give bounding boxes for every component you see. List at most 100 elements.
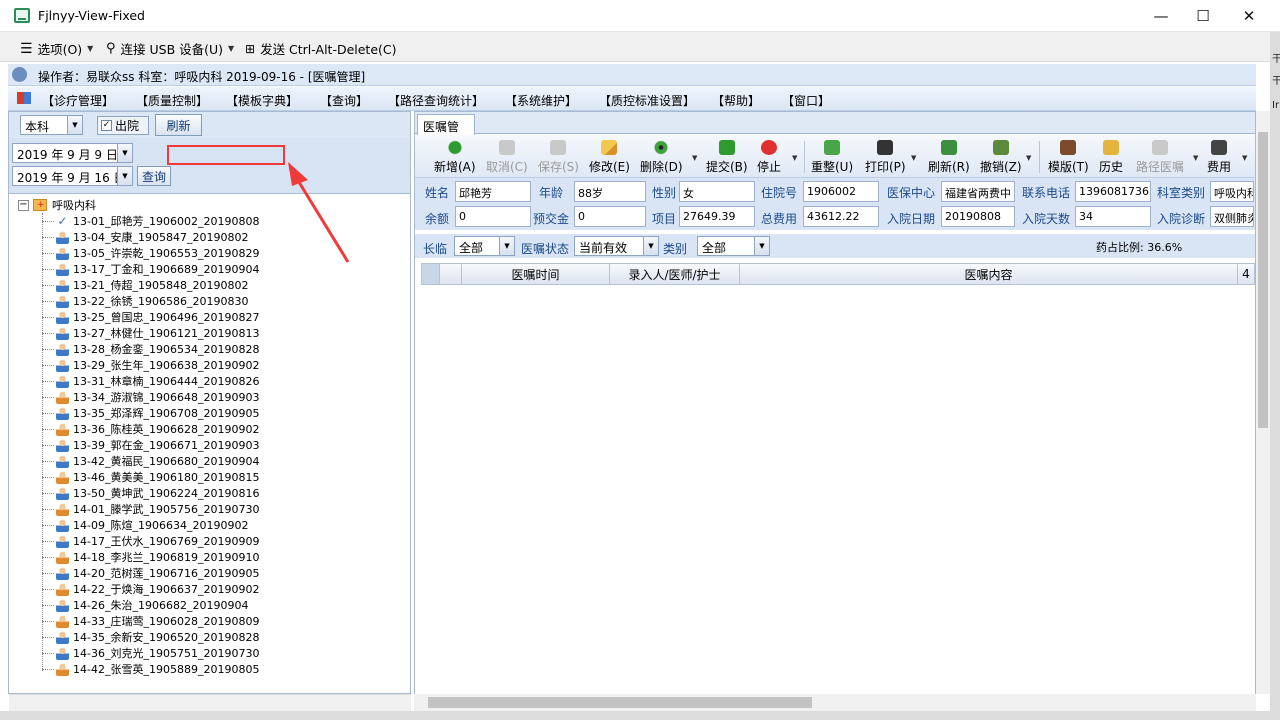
patient-label: 13-05_许崇乾_1906553_20190829 — [73, 247, 260, 260]
tree-root[interactable]: − + 呼吸内科 — [18, 197, 96, 213]
patient-item[interactable]: 13-27_林健仕_1906121_20190813 — [56, 325, 259, 341]
patient-item[interactable]: 13-29_张生年_1906638_20190902 — [56, 357, 259, 373]
menu-diagnosis[interactable]: 【诊疗管理】 — [42, 92, 114, 109]
add-button[interactable]: 新增(A) — [434, 140, 476, 176]
close-button[interactable]: ✕ — [1226, 0, 1272, 32]
options-menu[interactable]: ☰ 选项(O) ▼ — [20, 39, 93, 58]
menu-quality[interactable]: 【质量控制】 — [136, 92, 208, 109]
patient-item[interactable]: 14-01_滕学武_1905756_20190730 — [56, 501, 259, 517]
template-button[interactable]: 模版(T) — [1048, 140, 1089, 176]
chevron-down-icon[interactable]: ▼ — [1242, 154, 1247, 162]
patient-item[interactable]: 13-35_郑泽辉_1906708_20190905 — [56, 405, 259, 421]
patient-item[interactable]: 14-20_范树莲_1906716_20190905 — [56, 565, 259, 581]
term-select[interactable]: 全部 ▼ — [454, 236, 515, 256]
chevron-down-icon[interactable]: ▼ — [1026, 154, 1031, 162]
patient-item[interactable]: 13-39_郭在金_1906671_20190903 — [56, 437, 259, 453]
patient-item[interactable]: 14-22_于焕海_1906637_20190902 — [56, 581, 259, 597]
patient-icon — [56, 246, 69, 260]
history-button[interactable]: 历史 — [1099, 140, 1123, 176]
app-menu-icon[interactable] — [17, 92, 31, 104]
minimize-button[interactable]: — — [1138, 0, 1184, 32]
column-entered-by[interactable]: 录入人/医师/护士 — [610, 264, 740, 284]
reorganize-button[interactable]: 重整(U) — [811, 140, 853, 176]
tab-order-management[interactable]: 医嘱管理 — [417, 114, 475, 151]
patient-item[interactable]: 13-28_杨金銮_1906534_20190828 — [56, 341, 259, 357]
tree-connector — [42, 541, 54, 542]
row-selector-header[interactable] — [422, 264, 440, 284]
patient-item[interactable]: 13-21_侍超_1905848_20190802 — [56, 277, 248, 293]
column-order-content[interactable]: 医嘱内容 — [740, 264, 1238, 284]
patient-item[interactable]: 14-09_陈煊_1906634_20190902 — [56, 517, 248, 533]
pathway-orders-button[interactable]: 路径医嘱 — [1136, 140, 1184, 176]
edit-button[interactable]: 修改(E) — [589, 140, 630, 176]
chevron-down-icon: ▼ — [643, 237, 658, 255]
patient-item[interactable]: 13-25_曾国忠_1906496_20190827 — [56, 309, 259, 325]
add-label: 新增(A) — [434, 160, 476, 174]
chevron-down-icon[interactable]: ▼ — [792, 154, 797, 162]
patient-item[interactable]: 13-42_黄福民_1906680_20190904 — [56, 453, 259, 469]
orders-vscroll-thumb[interactable] — [1258, 132, 1268, 428]
deposit-label: 预交金 — [533, 212, 570, 226]
chevron-down-icon[interactable]: ▼ — [692, 154, 697, 162]
usb-menu[interactable]: ⚲ 连接 USB 设备(U) ▼ — [106, 39, 234, 58]
patient-item[interactable]: 14-18_李兆兰_1906819_20190910 — [56, 549, 259, 565]
patient-item[interactable]: 14-35_余新安_1906520_20190828 — [56, 629, 259, 645]
patient-item[interactable]: 14-33_庄瑞莺_1906028_20190809 — [56, 613, 259, 629]
patient-item[interactable]: 13-05_许崇乾_1906553_20190829 — [56, 245, 259, 261]
discharged-checkbox[interactable]: ✓ 出院 — [97, 116, 149, 135]
patient-item[interactable]: 13-17_丁金和_1906689_20190904 — [56, 261, 259, 277]
chevron-down-icon[interactable]: ▼ — [1193, 154, 1198, 162]
patient-label: 13-29_张生年_1906638_20190902 — [73, 359, 260, 372]
ctrl-alt-delete-button[interactable]: ⊞ 发送 Ctrl-Alt-Delete(C) — [245, 39, 397, 58]
patient-item[interactable]: 13-46_黄美美_1906180_20190815 — [56, 469, 259, 485]
tree-connector — [42, 445, 54, 446]
menu-query[interactable]: 【查询】 — [320, 92, 368, 109]
patient-item[interactable]: 13-36_陈桂英_1906628_20190902 — [56, 421, 259, 437]
query-button[interactable]: 查询 — [137, 166, 171, 186]
patient-item[interactable]: 13-22_徐锈_1906586_20190830 — [56, 293, 248, 309]
menu-path-stats[interactable]: 【路径查询统计】 — [388, 92, 484, 109]
patient-item[interactable]: 14-42_张雪英_1905889_20190805 — [56, 661, 259, 677]
patient-tree-hscrollbar[interactable] — [9, 694, 411, 711]
patient-item[interactable]: 13-50_黄坤武_1906224_20190816 — [56, 485, 259, 501]
refresh-button[interactable]: 刷新(R) — [928, 140, 970, 176]
inpatient-no-label: 住院号 — [761, 186, 798, 200]
menu-qc-standards[interactable]: 【质控标准设置】 — [599, 92, 695, 109]
chevron-down-icon[interactable]: ▼ — [911, 154, 916, 162]
date-from-picker[interactable]: 2019 年 9 月 9 日 ▼ — [12, 143, 133, 163]
menu-templates[interactable]: 【模板字典】 — [226, 92, 298, 109]
patient-item[interactable]: 13-34_游淑锦_1906648_20190903 — [56, 389, 259, 405]
refresh-patients-button[interactable]: 刷新 — [155, 114, 202, 136]
tab-strip — [415, 112, 1255, 134]
submit-button[interactable]: 提交(B) — [706, 140, 748, 176]
revoke-button[interactable]: 撤销(Z) — [980, 140, 1022, 176]
orders-hscroll-thumb[interactable] — [428, 697, 812, 708]
category-select[interactable]: 全部 ▼ — [697, 236, 770, 256]
cost-button[interactable]: 费用 — [1207, 140, 1231, 176]
column-order-time[interactable]: 医嘱时间 — [462, 264, 610, 284]
cancel-button[interactable]: 取消(C) — [486, 140, 528, 176]
diagnosis-field: 双侧肺炎 — [1210, 206, 1254, 227]
tree-connector — [42, 477, 54, 478]
patient-item[interactable]: ✓ 13-01_邱艳芳_1906002_20190808 — [56, 213, 259, 229]
patient-item[interactable]: 14-26_朱治_1906682_20190904 — [56, 597, 248, 613]
print-button[interactable]: 打印(P) — [865, 140, 906, 176]
patient-icon — [56, 614, 69, 628]
column-truncated[interactable]: 4 — [1238, 264, 1254, 284]
stop-icon — [761, 140, 777, 155]
menu-window[interactable]: 【窗口】 — [782, 92, 830, 109]
dept-select[interactable]: 本科 ▼ — [20, 115, 83, 135]
patient-item[interactable]: 14-17_王伏水_1906769_20190909 — [56, 533, 259, 549]
patient-item[interactable]: 13-04_安康_1905847_20190802 — [56, 229, 248, 245]
menu-help[interactable]: 【帮助】 — [712, 92, 760, 109]
order-status-select[interactable]: 当前有效 ▼ — [574, 236, 659, 256]
save-button[interactable]: 保存(S) — [538, 140, 579, 176]
date-to-picker[interactable]: 2019 年 9 月 16 日 ▼ — [12, 166, 133, 186]
menu-system[interactable]: 【系统维护】 — [505, 92, 577, 109]
stop-button[interactable]: 停止 — [757, 140, 781, 176]
patient-item[interactable]: 14-36_刘克光_1905751_20190730 — [56, 645, 259, 661]
delete-button[interactable]: 删除(D) — [640, 140, 683, 176]
total-cost-field: 43612.22 — [803, 206, 879, 227]
maximize-button[interactable]: ☐ — [1180, 0, 1226, 32]
patient-item[interactable]: 13-31_林章楠_1906444_20190826 — [56, 373, 259, 389]
